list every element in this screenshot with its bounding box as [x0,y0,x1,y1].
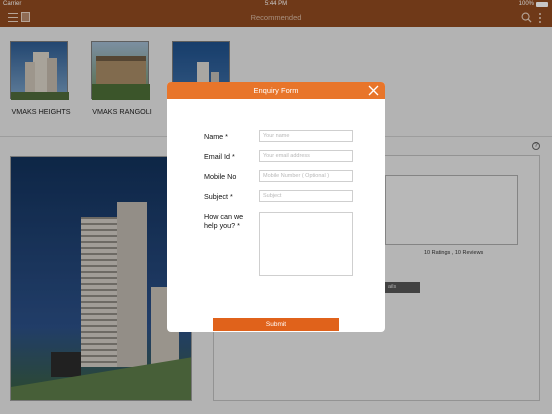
message-textarea[interactable] [259,212,353,276]
email-input[interactable] [259,150,353,162]
subject-label: Subject * [204,192,233,201]
name-input[interactable] [259,130,353,142]
mobile-input[interactable] [259,170,353,182]
mobile-label: Mobile No [204,172,237,181]
name-label: Name * [204,132,228,141]
subject-input[interactable] [259,190,353,202]
modal-header: Enquiry Form [167,82,385,99]
close-icon[interactable] [367,84,380,97]
submit-button[interactable]: Submit [213,318,339,331]
message-label: How can we help you? * [204,212,244,230]
modal-title: Enquiry Form [253,86,299,95]
email-label: Email Id * [204,152,235,161]
enquiry-form-modal: Enquiry Form Name * Email Id * Mobile No… [167,82,385,332]
